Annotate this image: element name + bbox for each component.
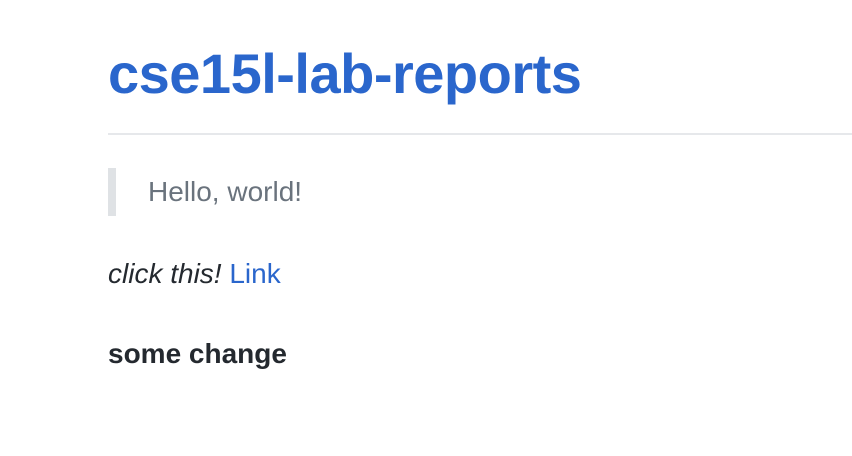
site-title[interactable]: cse15l-lab-reports	[108, 46, 582, 102]
link[interactable]: Link	[229, 258, 280, 289]
link-paragraph: click this! Link	[108, 256, 281, 292]
italic-text: click this!	[108, 258, 222, 289]
blockquote: Hello, world!	[108, 168, 302, 216]
blockquote-text: Hello, world!	[148, 176, 303, 207]
bold-text: some change	[108, 338, 287, 369]
title-divider	[108, 133, 852, 135]
